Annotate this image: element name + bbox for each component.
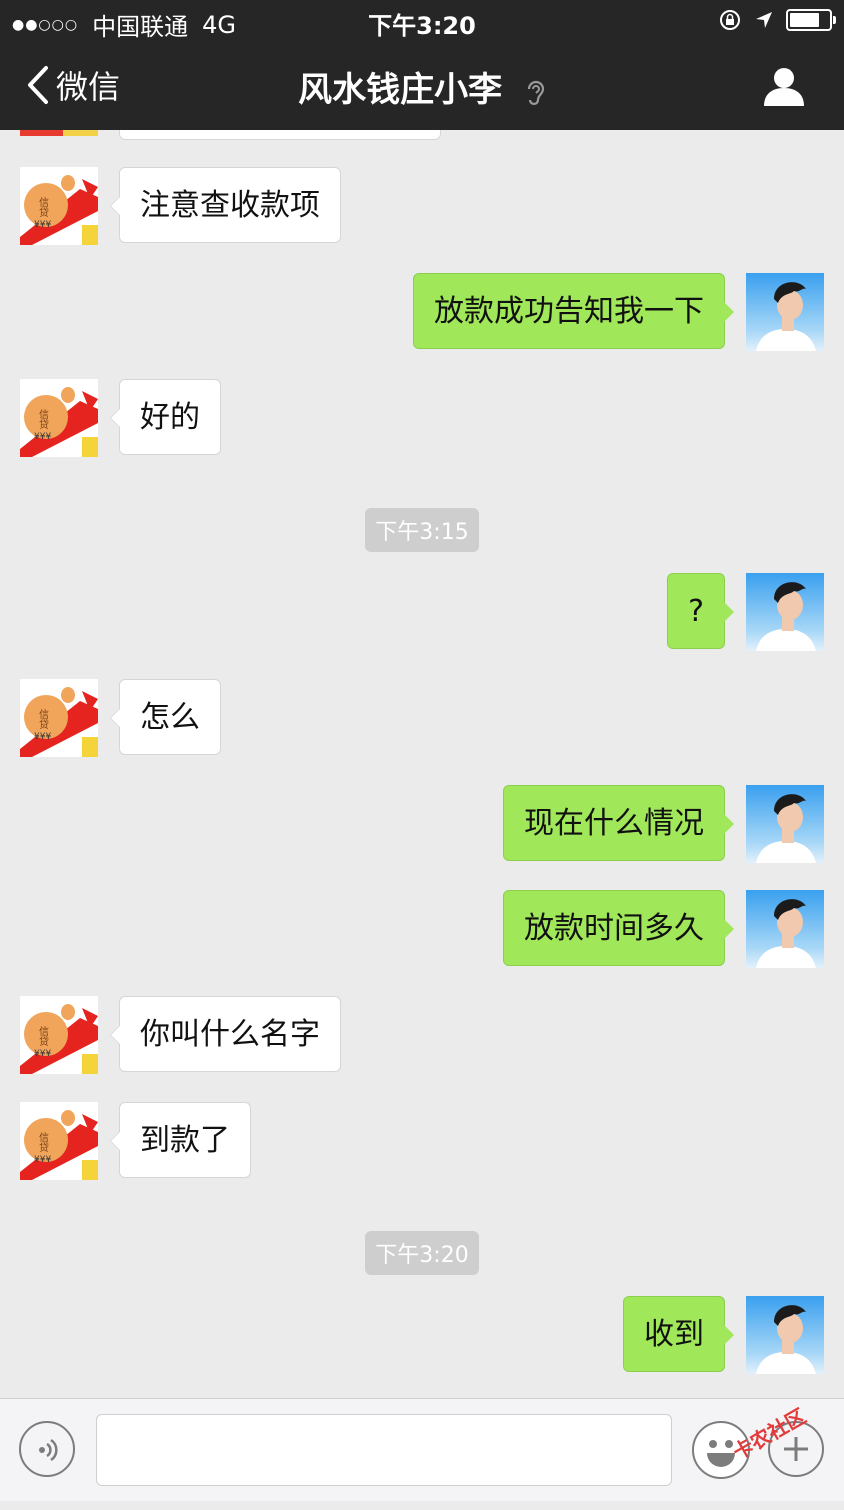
message-bubble[interactable]: 放款成功告知我一下 [413, 273, 734, 349]
contact-avatar[interactable]: ¥¥¥ 信贷 [20, 379, 98, 457]
contact-profile-icon[interactable] [762, 64, 806, 108]
svg-text:¥¥¥: ¥¥¥ [34, 1049, 51, 1059]
svg-text:¥¥¥: ¥¥¥ [34, 220, 51, 230]
message-bubble[interactable]: 放款时间多久 [503, 890, 734, 966]
battery-icon [786, 9, 836, 31]
svg-text:¥¥¥: ¥¥¥ [34, 732, 51, 742]
message-bubble[interactable]: 到款了 [110, 1102, 251, 1178]
my-avatar[interactable] [746, 573, 824, 651]
timestamp-divider: 下午3:20 [0, 1231, 844, 1275]
contact-avatar[interactable]: ¥¥¥ 信贷 [20, 679, 98, 757]
avatar-badge-text: 信贷 [37, 709, 49, 730]
contact-avatar[interactable]: ¥¥¥ 信贷 [20, 1102, 98, 1180]
avatar-badge-text: 信贷 [37, 409, 49, 430]
partial-message-bubble [119, 130, 441, 140]
my-avatar[interactable] [746, 890, 824, 968]
status-bar: ●●○○○ 中国联通 4G 下午3:20 [0, 0, 844, 42]
timestamp-label: 下午3:15 [365, 508, 479, 552]
avatar-badge-text: 信贷 [37, 1026, 49, 1047]
avatar-badge-text: 信贷 [37, 197, 49, 218]
contact-avatar[interactable]: ¥¥¥ 信贷 [20, 167, 98, 245]
chat-title-text: 风水钱庄小李 [298, 70, 503, 110]
message-bubble[interactable]: 注意查收款项 [110, 167, 341, 243]
voice-input-button[interactable] [19, 1421, 75, 1477]
earpiece-mode-icon [527, 80, 545, 105]
svg-text:¥¥¥: ¥¥¥ [34, 1155, 51, 1165]
message-bubble[interactable]: 怎么 [110, 679, 221, 755]
message-bubble[interactable]: 好的 [110, 379, 221, 455]
input-toolbar [0, 1398, 844, 1501]
chat-title: 风水钱庄小李 [0, 62, 844, 111]
my-avatar[interactable] [746, 785, 824, 863]
message-bubble[interactable]: 现在什么情况 [503, 785, 734, 861]
message-bubble[interactable]: 你叫什么名字 [110, 996, 341, 1072]
location-arrow-icon [756, 12, 772, 28]
chat-message-list[interactable]: ¥¥¥ 信贷 注意查收款项 放款成功告知我一下 ¥¥¥ 信贷 好的 下午3:15? ¥¥¥ 信贷怎… [0, 130, 844, 1398]
message-bubble[interactable]: 收到 [623, 1296, 734, 1372]
partial-avatar [20, 130, 98, 136]
navigation-bar: 微信 风水钱庄小李 [0, 42, 844, 130]
svg-text:¥¥¥: ¥¥¥ [34, 432, 51, 442]
rotation-lock-icon [720, 10, 740, 30]
my-avatar[interactable] [746, 1296, 824, 1374]
my-avatar[interactable] [746, 273, 824, 351]
timestamp-divider: 下午3:15 [0, 508, 844, 552]
timestamp-label: 下午3:20 [365, 1231, 479, 1275]
voice-icon [39, 1438, 58, 1462]
message-bubble[interactable]: ? [667, 573, 734, 649]
avatar-badge-text: 信贷 [37, 1132, 49, 1153]
contact-avatar[interactable]: ¥¥¥ 信贷 [20, 996, 98, 1074]
message-input[interactable] [96, 1414, 672, 1486]
